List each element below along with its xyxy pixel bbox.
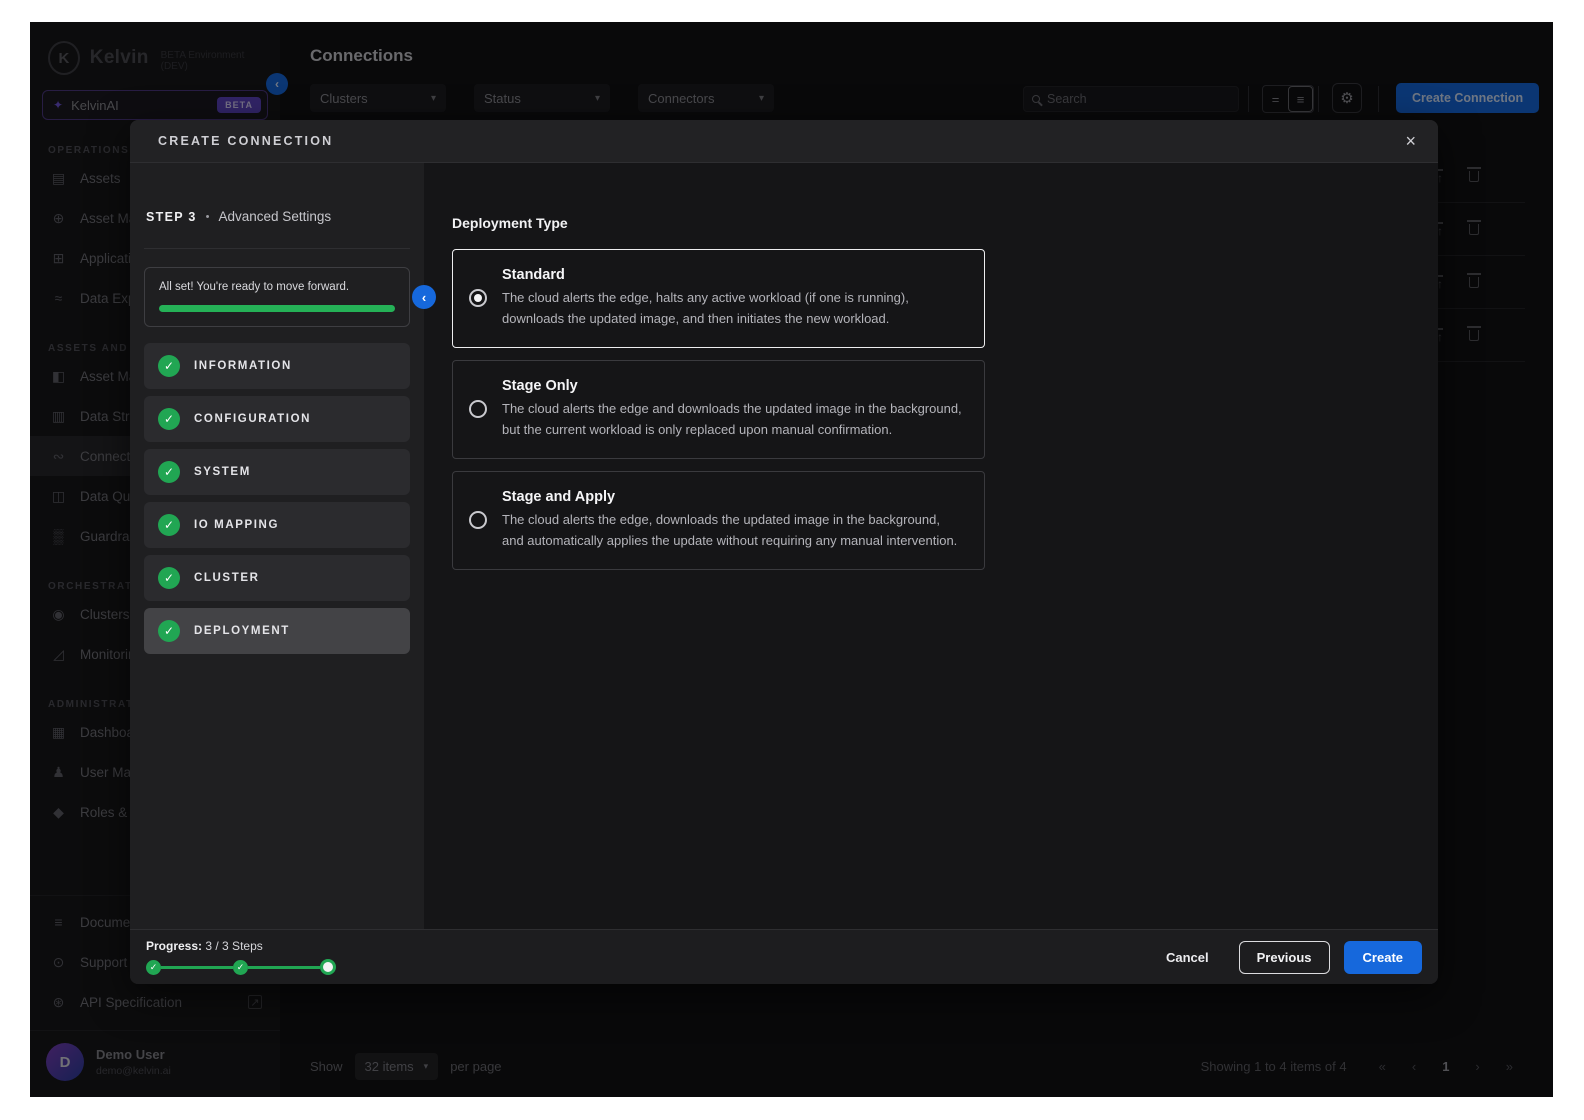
modal-title: CREATE CONNECTION	[158, 134, 333, 148]
progress-line	[161, 966, 233, 969]
progress-line	[248, 966, 320, 969]
wizard-panel: STEP 3 • Advanced Settings All set! You'…	[130, 163, 424, 929]
check-icon: ✓	[158, 461, 180, 483]
step-number: STEP 3	[146, 210, 197, 224]
step-item-information[interactable]: ✓ INFORMATION	[144, 343, 410, 389]
step-item-configuration[interactable]: ✓ CONFIGURATION	[144, 396, 410, 442]
option-title: Stage Only	[502, 378, 964, 394]
progress-step-current-icon	[320, 959, 336, 975]
close-button[interactable]: ×	[1405, 132, 1416, 150]
option-title: Standard	[502, 267, 964, 283]
create-button[interactable]: Create	[1344, 941, 1422, 974]
progress-step-done-icon: ✓	[233, 960, 248, 975]
progress-text: Progress: 3 / 3 Steps	[146, 939, 336, 953]
chevron-left-icon: ‹	[422, 290, 426, 305]
deployment-options: Standard The cloud alerts the edge, halt…	[452, 249, 985, 570]
modal-body: STEP 3 • Advanced Settings All set! You'…	[130, 163, 1438, 929]
step-item-label: DEPLOYMENT	[194, 625, 290, 637]
steps-list: ✓ INFORMATION ✓ CONFIGURATION ✓ SYSTEM ✓…	[144, 343, 410, 654]
step-item-system[interactable]: ✓ SYSTEM	[144, 449, 410, 495]
bullet-icon: •	[206, 211, 210, 223]
step-item-label: SYSTEM	[194, 466, 251, 478]
deployment-type-heading: Deployment Type	[452, 215, 1438, 231]
status-box: All set! You're ready to move forward.	[144, 267, 410, 327]
check-icon: ✓	[158, 514, 180, 536]
check-icon: ✓	[158, 567, 180, 589]
progress-block: Progress: 3 / 3 Steps ✓ ✓	[146, 939, 336, 975]
close-icon: ×	[1405, 131, 1416, 151]
previous-button[interactable]: Previous	[1239, 941, 1330, 974]
progress-track: ✓ ✓	[146, 959, 336, 975]
deployment-settings-panel: Deployment Type Standard The cloud alert…	[424, 163, 1438, 929]
check-icon: ✓	[158, 620, 180, 642]
step-item-io-mapping[interactable]: ✓ IO MAPPING	[144, 502, 410, 548]
radio-icon[interactable]	[469, 511, 487, 529]
modal-actions: Cancel Previous Create	[1150, 941, 1422, 974]
check-icon: ✓	[158, 355, 180, 377]
modal-header: CREATE CONNECTION ×	[130, 120, 1438, 163]
step-item-label: CONFIGURATION	[194, 413, 311, 425]
option-title: Stage and Apply	[502, 489, 964, 505]
create-connection-modal: CREATE CONNECTION × STEP 3 • Advanced Se…	[130, 120, 1438, 984]
collapse-panel-button[interactable]: ‹	[412, 285, 436, 309]
check-icon: ✓	[158, 408, 180, 430]
progress-step-done-icon: ✓	[146, 960, 161, 975]
step-item-deployment[interactable]: ✓ DEPLOYMENT	[144, 608, 410, 654]
modal-footer: Progress: 3 / 3 Steps ✓ ✓ Cancel Previou…	[130, 929, 1438, 984]
option-description: The cloud alerts the edge, halts any act…	[502, 288, 964, 329]
step-title: Advanced Settings	[219, 209, 332, 224]
app-window: K Kelvin BETA Environment (DEV) ✦ Kelvin…	[30, 22, 1553, 1097]
step-item-label: CLUSTER	[194, 572, 260, 584]
option-description: The cloud alerts the edge, downloads the…	[502, 510, 964, 551]
cancel-button[interactable]: Cancel	[1150, 942, 1225, 973]
step-item-label: IO MAPPING	[194, 519, 279, 531]
radio-selected-icon[interactable]	[469, 289, 487, 307]
status-message: All set! You're ready to move forward.	[159, 281, 395, 293]
option-standard[interactable]: Standard The cloud alerts the edge, halt…	[452, 249, 985, 348]
step-header: STEP 3 • Advanced Settings	[144, 163, 410, 249]
option-stage-and-apply[interactable]: Stage and Apply The cloud alerts the edg…	[452, 471, 985, 570]
step-item-label: INFORMATION	[194, 360, 292, 372]
option-description: The cloud alerts the edge and downloads …	[502, 399, 964, 440]
radio-icon[interactable]	[469, 400, 487, 418]
progress-label: Progress:	[146, 939, 202, 953]
status-progress-bar	[159, 305, 395, 312]
progress-value: 3 / 3 Steps	[205, 939, 262, 953]
option-stage-only[interactable]: Stage Only The cloud alerts the edge and…	[452, 360, 985, 459]
step-item-cluster[interactable]: ✓ CLUSTER	[144, 555, 410, 601]
